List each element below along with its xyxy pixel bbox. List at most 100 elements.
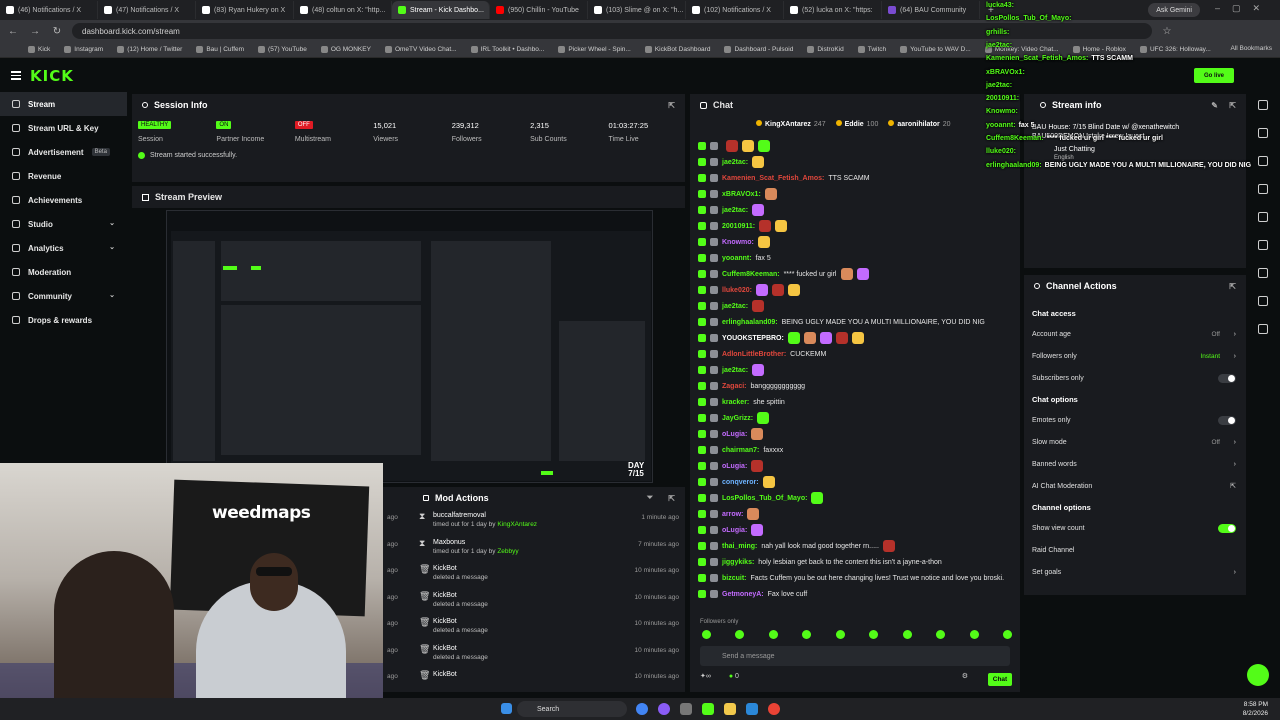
emote-button[interactable]: [902, 630, 912, 639]
system-clock[interactable]: 8:58 PM 8/2/2026: [1243, 700, 1268, 718]
setting-followers-only[interactable]: Followers only Instant ›: [1024, 345, 1246, 367]
mod-action-row[interactable]: 🗑 KickBot deleted a message 10 minutes ago a…: [383, 615, 685, 642]
bookmark-item[interactable]: IRL Toolkit • Dashbo...: [470, 46, 544, 53]
chat-username[interactable]: conqveror:: [722, 479, 759, 486]
chat-message[interactable]: bizcuit: Facts Cuffem you be out here cha…: [698, 570, 1016, 586]
layers-icon[interactable]: [1258, 268, 1268, 278]
chat-message[interactable]: lluke020:: [698, 282, 1016, 298]
chat-username[interactable]: yooannt:: [722, 255, 752, 262]
emote-button[interactable]: [702, 630, 711, 639]
chat-username[interactable]: GetmoneyA:: [722, 591, 764, 598]
chat-message[interactable]: Cuffem8Keeman: **** fucked ur girl: [698, 266, 1016, 282]
video-icon[interactable]: [1258, 240, 1268, 250]
sidebar-item-revenue[interactable]: Revenue: [0, 164, 127, 188]
chat-username[interactable]: lluke020:: [722, 287, 752, 294]
browser-tab[interactable]: (950) Chillin - YouTube: [490, 1, 588, 19]
sidebar-item-community[interactable]: Community ⌄: [0, 284, 127, 308]
chat-username[interactable]: chairman7:: [722, 447, 759, 454]
chat-message[interactable]: LosPollos_Tub_Of_Mayo:: [698, 490, 1016, 506]
windows-start-icon[interactable]: [501, 703, 512, 714]
chevron-right-icon[interactable]: ›: [1234, 439, 1236, 446]
chevron-right-icon[interactable]: ›: [1234, 331, 1236, 338]
chat-username[interactable]: oLugia:: [722, 431, 747, 438]
chat-message[interactable]: jae2tac:: [698, 154, 1016, 170]
chat-message[interactable]: conqveror:: [698, 474, 1016, 490]
crosshair-icon[interactable]: [1258, 128, 1268, 138]
chat-message[interactable]: 20010911:: [698, 218, 1016, 234]
setting-banned-words[interactable]: Banned words ›: [1024, 453, 1246, 475]
bookmark-item[interactable]: (12) Home / Twitter: [117, 46, 182, 53]
chat-message[interactable]: xBRAVOx1:: [698, 186, 1016, 202]
mod-action-moderator[interactable]: Zebbyy: [497, 548, 518, 555]
toggle-switch[interactable]: [1218, 415, 1236, 425]
setting-raid-channel[interactable]: Raid Channel: [1024, 539, 1246, 561]
chat-username[interactable]: bizcuit:: [722, 575, 747, 582]
chevron-right-icon[interactable]: ›: [1234, 353, 1236, 360]
setting-show-view-count[interactable]: Show view count: [1024, 517, 1246, 539]
chat-username[interactable]: Kamenien_Scat_Fetish_Amos:: [722, 175, 824, 182]
chat-username[interactable]: JayGrizz:: [722, 415, 753, 422]
browser-tab[interactable]: (64) BAU Community: [882, 1, 980, 19]
setting-slow-mode[interactable]: Slow mode Off ›: [1024, 431, 1246, 453]
emote-button[interactable]: [936, 630, 946, 639]
app-icon[interactable]: [680, 703, 692, 715]
chat-message[interactable]: [698, 138, 1016, 154]
chat-username[interactable]: jae2tac:: [722, 367, 748, 374]
chat-message[interactable]: Kamenien_Scat_Fetish_Amos: TTS SCAMM: [698, 170, 1016, 186]
top-gifter[interactable]: Eddie 100: [835, 120, 878, 128]
chat-message[interactable]: AdlonLittleBrother: CUCKEMM: [698, 346, 1016, 362]
sidebar-item-advertisement[interactable]: Advertisement Beta: [0, 140, 127, 164]
chat-username[interactable]: jae2tac:: [722, 159, 748, 166]
chat-username[interactable]: Zagaci:: [722, 383, 747, 390]
help-chat-icon[interactable]: [1247, 664, 1269, 686]
browser-tab[interactable]: (47) Notifications / X: [98, 1, 196, 19]
folder-icon[interactable]: [724, 703, 736, 715]
points-icon[interactable]: ✦∞: [700, 673, 711, 680]
filter-icon[interactable]: ⏷: [647, 493, 653, 503]
mod-action-row[interactable]: ⧗ buccalfatremoval timed out for 1 day by …: [383, 509, 685, 536]
chat-message-input[interactable]: Send a message: [700, 646, 1010, 666]
stream-preview-video[interactable]: [166, 210, 653, 483]
sidebar-item-stream-url-key[interactable]: Stream URL & Key: [0, 116, 127, 140]
top-gifter[interactable]: aaronihilator 20: [888, 120, 951, 128]
chat-message[interactable]: oLugia:: [698, 522, 1016, 538]
bookmark-item[interactable]: OmeTV Video Chat...: [384, 46, 457, 53]
bookmark-item[interactable]: Dashboard - Pulsoid: [724, 46, 793, 53]
share-icon[interactable]: [1258, 324, 1268, 334]
mod-action-row[interactable]: 🗑 KickBot deleted a message 10 minutes ago a…: [383, 562, 685, 589]
mod-action-row[interactable]: 🗑 KickBot deleted a message 10 minutes ago a…: [383, 589, 685, 616]
chevron-right-icon[interactable]: ›: [1234, 569, 1236, 576]
file-icon[interactable]: [1258, 184, 1268, 194]
chat-username[interactable]: thai_ming:: [722, 543, 757, 550]
sidebar-item-drops-rewards[interactable]: Drops & rewards: [0, 308, 127, 332]
app-icon[interactable]: [746, 703, 758, 715]
sidebar-item-studio[interactable]: Studio ⌄: [0, 212, 127, 236]
forward-icon[interactable]: →: [28, 26, 42, 37]
browser-tab[interactable]: Stream - Kick Dashbo...: [392, 1, 490, 19]
back-icon[interactable]: ←: [6, 26, 20, 37]
browser-tab[interactable]: (83) Ryan Hukery on X: [196, 1, 294, 19]
browser-tab[interactable]: (48) coltun on X: "http...: [294, 1, 392, 19]
chat-username[interactable]: 20010911:: [722, 223, 755, 230]
external-link-icon[interactable]: ⇱: [1230, 482, 1236, 490]
setting-emotes-only[interactable]: Emotes only: [1024, 409, 1246, 431]
emote-button[interactable]: [802, 630, 812, 639]
setting-subscribers-only[interactable]: Subscribers only: [1024, 367, 1246, 389]
reload-icon[interactable]: ↻: [50, 26, 64, 37]
chat-username[interactable]: AdlonLittleBrother:: [722, 351, 786, 358]
send-chat-button[interactable]: Chat: [988, 673, 1012, 686]
chrome-icon[interactable]: [768, 703, 780, 715]
settings-gear-icon[interactable]: ⚙: [962, 672, 968, 680]
chat-message[interactable]: jae2tac:: [698, 202, 1016, 218]
toggle-switch[interactable]: [1218, 523, 1236, 533]
chat-username[interactable]: kracker:: [722, 399, 749, 406]
bookmark-item[interactable]: Instagram: [64, 46, 103, 53]
bookmark-item[interactable]: OG MONKEY: [320, 46, 371, 53]
chat-message[interactable]: jiggykiks: holy lesbian get back to the c…: [698, 554, 1016, 570]
toggle-switch[interactable]: [1218, 373, 1236, 383]
emote-button[interactable]: [1002, 630, 1012, 639]
sidebar-item-analytics[interactable]: Analytics ⌄: [0, 236, 127, 260]
chat-username[interactable]: xBRAVOx1:: [722, 191, 761, 198]
chat-username[interactable]: erlinghaaland09:: [722, 319, 778, 326]
chat-username[interactable]: LosPollos_Tub_Of_Mayo:: [722, 495, 807, 502]
